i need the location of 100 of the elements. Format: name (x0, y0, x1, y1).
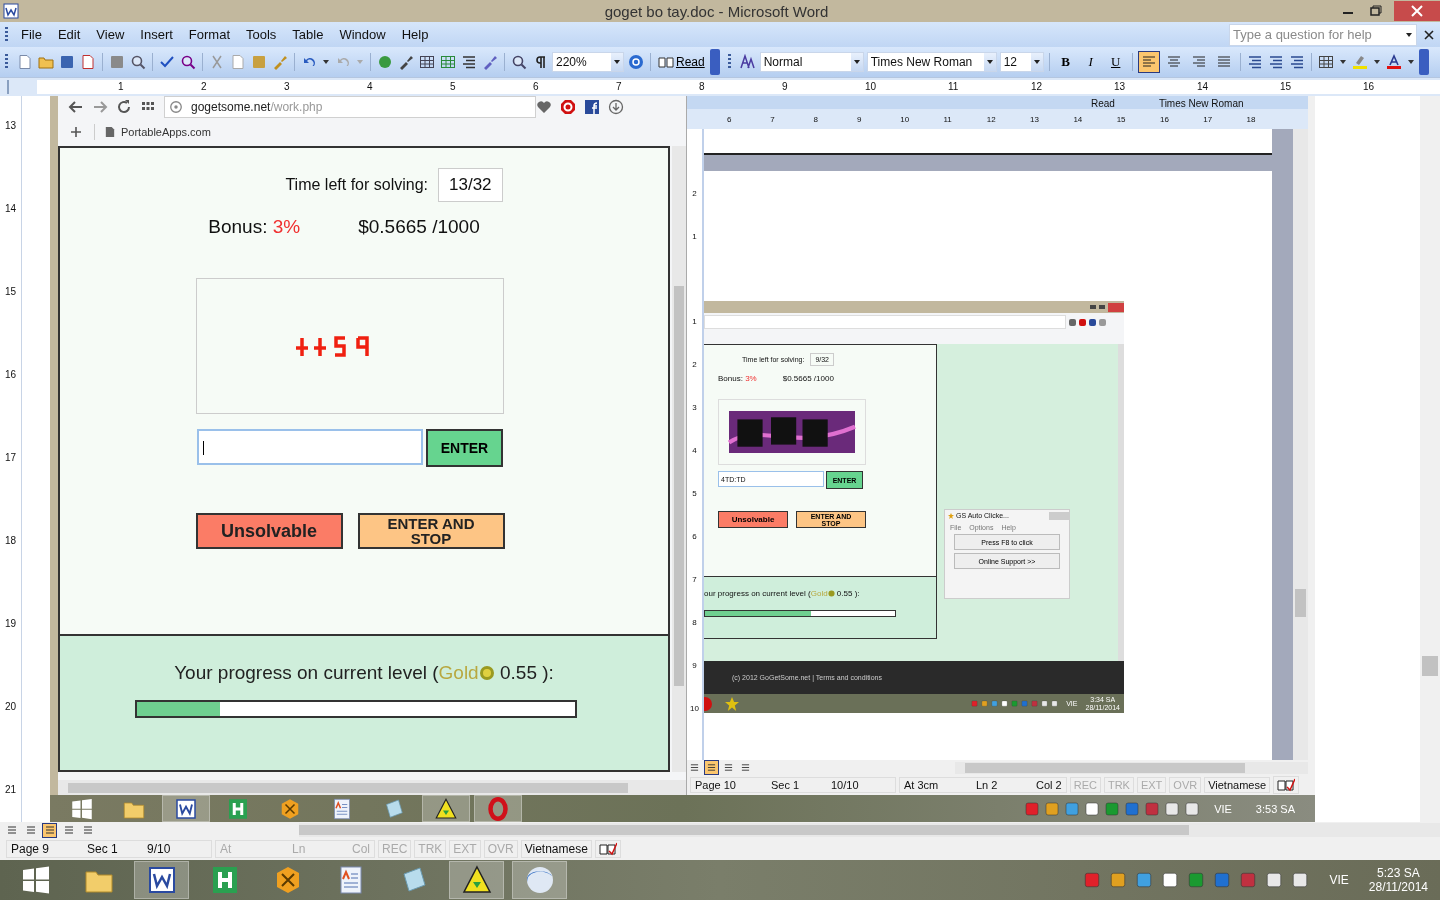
ruler-number: 1 (692, 232, 697, 241)
section-number: Sec 1 (87, 842, 119, 856)
menu-item[interactable]: Window (331, 27, 394, 42)
menu-item[interactable]: Insert (132, 27, 181, 42)
at-position: At 3cm (904, 779, 940, 791)
ruler-number: 15 (4, 286, 17, 297)
font-size-dropdown[interactable]: 12 (999, 52, 1044, 72)
ruler-number: 10 (900, 114, 910, 124)
ruler-number: 18 (1246, 114, 1256, 124)
language-indicator[interactable]: VIE (1214, 802, 1232, 815)
menu-item[interactable]: Tools (238, 27, 285, 42)
ruler-number: 9 (692, 661, 697, 670)
ruler-number: 14 (1197, 81, 1209, 92)
page-count: 10/10 (831, 779, 860, 791)
ruler-number: 13 (1030, 114, 1039, 124)
ruler-number: 5 (450, 81, 456, 92)
ruler-number: 8 (813, 114, 819, 124)
menu-item[interactable]: Help (393, 27, 437, 42)
progress-text: our progress on current level (Gold 0.55 ): (704, 589, 861, 598)
ruler-number: 7 (770, 114, 775, 124)
address-bar[interactable]: gogetsome.net/work.php (164, 96, 536, 118)
page-number: Page 10 (695, 779, 737, 791)
ruler-number: 16 (1159, 114, 1169, 124)
ruler-number: 11 (948, 81, 959, 92)
menu-item[interactable]: Format (180, 27, 238, 42)
font-dropdown[interactable]: Times New Roman (866, 52, 997, 72)
ruler-number: 6 (533, 81, 539, 92)
ruler-number: 8 (699, 81, 705, 92)
ruler-number: 17 (1203, 114, 1213, 124)
ruler-number: 16 (1363, 81, 1375, 92)
ruler-number: 7 (616, 81, 622, 92)
ruler-number: 6 (692, 532, 697, 541)
ruler-number: 9 (856, 114, 862, 124)
language-indicator[interactable]: VIE (1329, 873, 1349, 887)
ruler-number: 15 (1116, 114, 1126, 124)
clock-date[interactable]: 28/11/2014 (1368, 880, 1428, 894)
bonus-text: Bonus: 3% (718, 374, 757, 383)
ruler-number: 8 (692, 618, 697, 627)
zoom-dropdown[interactable]: 220% (552, 52, 624, 72)
ruler-number: 4 (367, 81, 373, 92)
read-button[interactable]: Read (656, 55, 707, 69)
menu-item[interactable]: View (88, 27, 133, 42)
language-indicator[interactable]: Vietnamese (520, 840, 592, 858)
page-number: Page 9 (11, 842, 51, 856)
ruler-number: 10 (690, 704, 699, 713)
ruler-number: 2 (692, 189, 697, 198)
unsolvable-button[interactable]: Unsolvable (718, 511, 788, 528)
clock-time[interactable]: 5:23 SA (1377, 866, 1420, 880)
clock-time[interactable]: 3:53 SA (1255, 802, 1295, 815)
ruler-number: 7 (692, 575, 697, 584)
ruler-number: 2 (201, 81, 207, 92)
page-count: 9/10 (147, 842, 172, 856)
at-position: At (220, 842, 233, 856)
earnings-text: $0.5665 /1000 (782, 374, 834, 383)
ruler-number: 17 (4, 452, 17, 463)
font-dropdown[interactable]: Times New Roman (1158, 99, 1244, 109)
ruler-number: 9 (782, 81, 788, 92)
ruler-number: 10 (865, 81, 877, 92)
ruler-number: 5 (692, 489, 697, 498)
ruler-number: 1 (118, 81, 124, 92)
ruler-number: 11 (943, 114, 952, 124)
ruler-number: 1 (692, 317, 697, 326)
menu-item[interactable]: Table (284, 27, 332, 42)
format-button[interactable]: I (1079, 51, 1102, 73)
help-search-field[interactable]: Type a question for help (1229, 23, 1417, 46)
column-number: Col (352, 842, 370, 856)
ruler-number: 12 (986, 114, 996, 124)
enter-button[interactable]: ENTER (426, 429, 503, 467)
ruler-number: 19 (4, 618, 17, 629)
timer-value: 13/32 (438, 168, 503, 202)
ruler-number: 12 (1031, 81, 1043, 92)
ruler-number: 4 (692, 446, 697, 455)
bonus-text: Bonus: 3% (208, 216, 301, 238)
ruler-number: 15 (1280, 81, 1292, 92)
enter-and-stop-button[interactable]: ENTER AND STOP (357, 513, 505, 549)
timer-label: Time left for solving: (285, 176, 428, 194)
format-button[interactable]: U (1104, 51, 1127, 73)
ruler-number: 16 (4, 369, 17, 380)
ruler-number: 14 (4, 203, 17, 214)
earnings-text: $0.5665 /1000 (358, 216, 480, 238)
read-button[interactable]: Read (1091, 99, 1115, 109)
ruler-number: 3 (692, 403, 697, 412)
line-number: Ln 2 (976, 779, 999, 791)
language-indicator[interactable]: Vietnamese (1204, 777, 1271, 793)
ruler-number: 2 (692, 360, 697, 369)
ruler-number: 13 (1114, 81, 1126, 92)
ruler-number: 20 (4, 701, 17, 712)
format-button[interactable]: B (1054, 51, 1077, 73)
section-number: Sec 1 (771, 779, 801, 791)
ruler-number: 18 (4, 535, 17, 546)
bookmark-link[interactable]: PortableApps.com (105, 126, 211, 138)
ruler-number: 13 (4, 120, 17, 131)
menu-item[interactable]: Edit (49, 27, 89, 42)
style-dropdown[interactable]: Normal (759, 52, 864, 72)
ruler-number: 3 (284, 81, 290, 92)
unsolvable-button[interactable]: Unsolvable (195, 513, 343, 549)
ruler-number: 21 (4, 784, 17, 795)
menu-item[interactable]: File (13, 27, 50, 42)
column-number: Col 2 (1036, 779, 1062, 791)
ruler-number: 14 (1073, 114, 1083, 124)
